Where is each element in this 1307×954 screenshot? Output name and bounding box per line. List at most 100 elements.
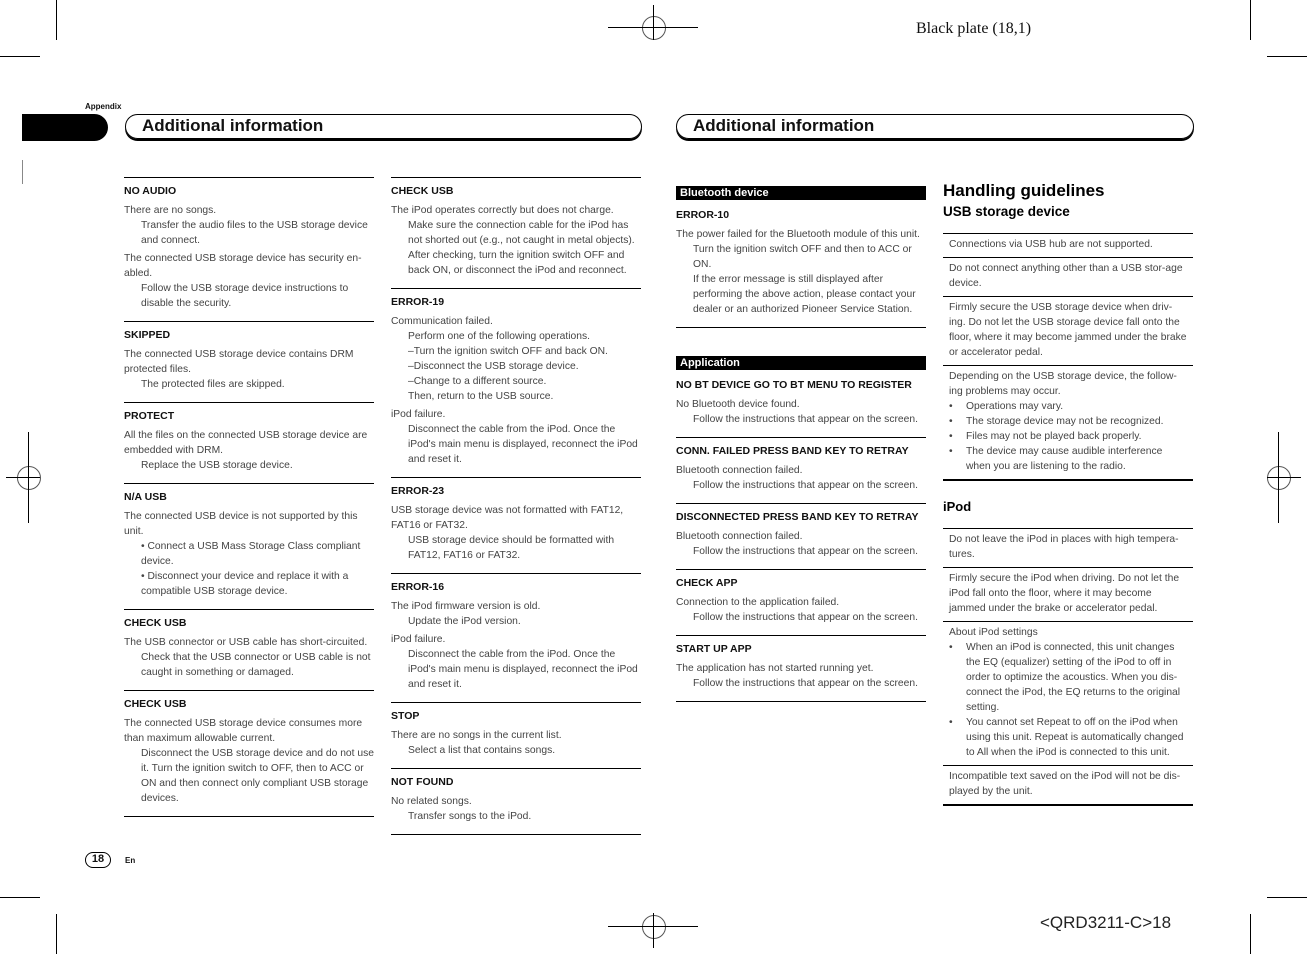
message-action: The protected files are skipped. bbox=[141, 379, 285, 390]
section-title-left: Additional information bbox=[125, 114, 642, 139]
message-entry: CHECK APP Connection to the application … bbox=[676, 569, 926, 635]
crop-mark bbox=[1267, 56, 1307, 57]
message-action: Transfer songs to the iPod. bbox=[408, 811, 532, 822]
message-cause: USB storage device was not formatted wit… bbox=[391, 505, 624, 531]
crop-mark bbox=[56, 0, 57, 40]
message-entry: ERROR-23 USB storage device was not form… bbox=[391, 477, 641, 573]
bullet-item: • Operations may vary. bbox=[949, 401, 1064, 412]
message-action: Disconnect the cable from the iPod. Once… bbox=[408, 424, 638, 465]
message-action: Check that the USB connector or USB cabl… bbox=[141, 652, 371, 678]
bullet-item: • When an iPod is connected, this unit ch… bbox=[949, 642, 1181, 713]
guideline-item: Do not leave the iPod in places with hig… bbox=[943, 528, 1193, 567]
message-cause: The USB connector or USB cable has short… bbox=[124, 637, 368, 648]
message-action-step: –Change to a different source. bbox=[408, 376, 547, 387]
message-title: ERROR-19 bbox=[391, 296, 445, 308]
crop-mark bbox=[0, 56, 40, 57]
guideline-text: About iPod settings bbox=[949, 627, 1038, 638]
message-cause: iPod failure. bbox=[391, 409, 446, 420]
message-cause: No Bluetooth device found. bbox=[676, 399, 800, 410]
column-2: CHECK USB The iPod operates correctly bu… bbox=[391, 177, 641, 835]
message-title: DISCONNECTED PRESS BAND KEY TO RETRAY bbox=[676, 511, 919, 523]
message-action: Follow the instructions that appear on t… bbox=[693, 612, 918, 623]
message-title: STOP bbox=[391, 710, 420, 722]
message-entry: START UP APP The application has not sta… bbox=[676, 635, 926, 702]
page-number: 18 bbox=[85, 852, 111, 868]
guideline-item: Connections via USB hub are not supporte… bbox=[943, 233, 1193, 257]
message-title: CHECK APP bbox=[676, 577, 738, 589]
message-action: USB storage device should be formatted w… bbox=[408, 535, 615, 561]
band-application: Application bbox=[676, 356, 926, 370]
guideline-text: Depending on the USB storage device, the… bbox=[949, 371, 1177, 397]
message-action-step: –Disconnect the USB storage device. bbox=[408, 361, 579, 372]
crop-mark bbox=[1250, 0, 1251, 40]
message-cause: The iPod operates correctly but does not… bbox=[391, 205, 614, 216]
message-entry: NOT FOUND No related songs. Transfer son… bbox=[391, 768, 641, 835]
crop-mark bbox=[1267, 897, 1307, 898]
message-cause: No related songs. bbox=[391, 796, 472, 807]
message-action: Select a list that contains songs. bbox=[408, 745, 556, 756]
message-entry: STOP There are no songs in the current l… bbox=[391, 702, 641, 768]
crop-mark bbox=[1250, 914, 1251, 954]
section-title-right: Additional information bbox=[676, 114, 1194, 139]
column-4: Handling guidelines USB storage device C… bbox=[943, 181, 1193, 806]
message-title: CHECK USB bbox=[124, 698, 187, 710]
message-entry: N/A USB The connected USB device is not … bbox=[124, 483, 374, 609]
usb-storage-heading: USB storage device bbox=[943, 204, 1070, 219]
section-title-text: Additional information bbox=[693, 116, 875, 135]
message-title: PROTECT bbox=[124, 410, 175, 422]
message-action: Perform one of the following operations. bbox=[408, 331, 591, 342]
message-title: NO BT DEVICE GO TO BT MENU TO REGISTER bbox=[676, 379, 912, 391]
message-action: Disconnect the cable from the iPod. Once… bbox=[408, 649, 638, 690]
message-cause: The application has not started running … bbox=[676, 663, 874, 674]
message-title: NO AUDIO bbox=[124, 185, 177, 197]
message-entry: SKIPPED The connected USB storage device… bbox=[124, 321, 374, 402]
message-action: Transfer the audio files to the USB stor… bbox=[141, 220, 368, 246]
message-cause: Connection to the application failed. bbox=[676, 597, 840, 608]
guideline-item: Incompatible text saved on the iPod will… bbox=[943, 765, 1193, 806]
message-cause: The iPod firmware version is old. bbox=[391, 601, 541, 612]
message-entry: CHECK USB The USB connector or USB cable… bbox=[124, 609, 374, 690]
message-action-step: Then, return to the USB source. bbox=[408, 391, 554, 402]
message-cause: The connected USB storage device has sec… bbox=[124, 253, 362, 279]
message-action: Follow the instructions that appear on t… bbox=[693, 480, 918, 491]
appendix-label: Appendix bbox=[85, 102, 122, 111]
message-action: Follow the instructions that appear on t… bbox=[693, 546, 918, 557]
message-title: CONN. FAILED PRESS BAND KEY TO RETRAY bbox=[676, 445, 909, 457]
bullet-item: • The device may cause audible interferen… bbox=[949, 446, 1163, 472]
band-bluetooth-device: Bluetooth device bbox=[676, 186, 926, 200]
message-entry: NO BT DEVICE GO TO BT MENU TO REGISTER N… bbox=[676, 378, 926, 437]
message-cause: The connected USB storage device contain… bbox=[124, 349, 354, 375]
message-cause: Bluetooth connection failed. bbox=[676, 465, 803, 476]
message-cause: The connected USB device is not supporte… bbox=[124, 511, 358, 537]
guideline-item: Depending on the USB storage device, the… bbox=[943, 365, 1193, 481]
message-entry: DISCONNECTED PRESS BAND KEY TO RETRAY Bl… bbox=[676, 503, 926, 569]
message-entry: ERROR-10 The power failed for the Blueto… bbox=[676, 208, 926, 328]
message-action: If the error message is still displayed … bbox=[693, 274, 916, 315]
message-title: CHECK USB bbox=[391, 185, 454, 197]
message-action: Follow the instructions that appear on t… bbox=[693, 414, 918, 425]
message-entry: NO AUDIO There are no songs. Transfer th… bbox=[124, 177, 374, 321]
message-title: NOT FOUND bbox=[391, 776, 454, 788]
message-title: N/A USB bbox=[124, 491, 167, 503]
message-entry: CHECK USB The connected USB storage devi… bbox=[124, 690, 374, 817]
section-title-text: Additional information bbox=[142, 116, 324, 135]
handling-guidelines-heading: Handling guidelines bbox=[943, 181, 1105, 200]
guideline-item: Firmly secure the USB storage device whe… bbox=[943, 296, 1193, 365]
message-title: ERROR-23 bbox=[391, 485, 445, 497]
message-title: START UP APP bbox=[676, 643, 752, 655]
column-1: NO AUDIO There are no songs. Transfer th… bbox=[124, 177, 374, 817]
message-entry: CHECK USB The iPod operates correctly bu… bbox=[391, 177, 641, 288]
message-action: Make sure the connection cable for the i… bbox=[408, 220, 635, 276]
message-cause: There are no songs. bbox=[124, 205, 217, 216]
guideline-item: About iPod settings • When an iPod is con… bbox=[943, 621, 1193, 765]
message-cause: Communication failed. bbox=[391, 316, 493, 327]
message-entry: CONN. FAILED PRESS BAND KEY TO RETRAY Bl… bbox=[676, 437, 926, 503]
message-action-step: –Turn the ignition switch OFF and back O… bbox=[408, 346, 608, 357]
plate-label: Black plate (18,1) bbox=[916, 20, 1032, 37]
ipod-heading: iPod bbox=[943, 499, 972, 514]
crop-mark bbox=[56, 914, 57, 954]
language-label: En bbox=[125, 856, 136, 865]
message-title: SKIPPED bbox=[124, 329, 171, 341]
message-cause: There are no songs in the current list. bbox=[391, 730, 562, 741]
chapter-tab bbox=[22, 114, 108, 141]
